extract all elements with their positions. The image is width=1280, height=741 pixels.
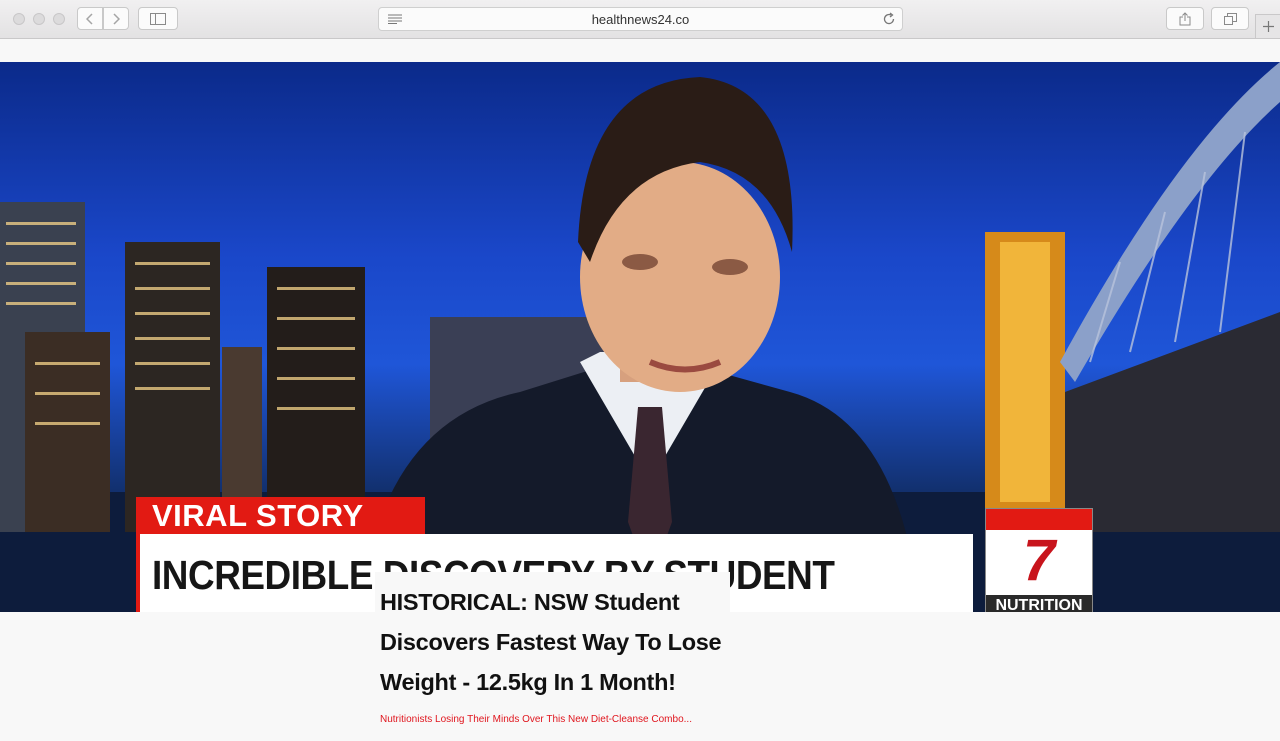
article-subheadline: Nutritionists Losing Their Minds Over Th… [380,714,692,725]
minimize-window-button[interactable] [33,13,45,25]
browser-toolbar: healthnews24.co [0,0,1280,39]
article-headline[interactable]: HISTORICAL: NSW Student Discovers Fastes… [380,582,725,702]
channel-label: NUTRITION [986,595,1092,612]
share-icon [1179,11,1191,25]
article-card: HISTORICAL: NSW Student Discovers Fastes… [375,572,730,741]
sidebar-button[interactable] [138,7,178,30]
reload-icon[interactable] [882,12,896,26]
forward-icon [113,12,120,25]
tabs-button[interactable] [1211,7,1249,30]
viral-story-tag: VIRAL STORY [136,497,425,535]
forward-button[interactable] [103,7,129,30]
channel-logo: 7 NUTRITION [985,508,1093,612]
new-tab-icon [1262,21,1274,32]
tabs-icon [1223,12,1237,25]
share-button[interactable] [1166,7,1204,30]
channel-logo-red-strip [986,509,1092,530]
sidebar-icon [150,12,166,25]
channel-number: 7 [1022,528,1056,593]
back-button[interactable] [77,7,103,30]
zoom-window-button[interactable] [53,13,65,25]
address-bar[interactable]: healthnews24.co [378,7,903,31]
close-window-button[interactable] [13,13,25,25]
hero-news-image[interactable]: VIRAL STORY INCREDIBLE DISCOVERY BY STUD… [0,62,1280,612]
new-tab-button[interactable] [1255,14,1280,38]
url-text: healthnews24.co [591,12,690,27]
back-icon [86,12,93,25]
